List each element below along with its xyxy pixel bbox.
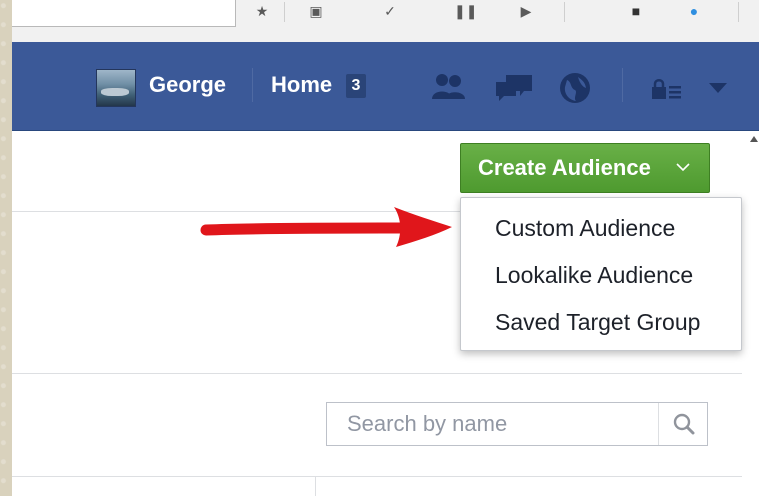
- notifications-globe-icon[interactable]: [558, 72, 592, 104]
- checkmark-icon[interactable]: ✓: [382, 4, 398, 18]
- toolbar-separator: [564, 2, 565, 22]
- account-menu-chevron-icon[interactable]: [708, 82, 728, 94]
- header-separator: [252, 68, 253, 102]
- facebook-top-bar: George Home 3: [12, 42, 759, 131]
- create-audience-dropdown-menu: Custom Audience Lookalike Audience Saved…: [460, 197, 742, 351]
- browser-address-bar[interactable]: [12, 0, 236, 27]
- menu-item-lookalike-audience[interactable]: Lookalike Audience: [495, 260, 693, 290]
- search-separator: [658, 403, 659, 445]
- friend-requests-icon[interactable]: [430, 72, 468, 100]
- audiences-content: Create Audience Custom Audience Lookalik…: [12, 131, 759, 496]
- messages-icon[interactable]: [494, 72, 534, 102]
- column-divider: [315, 476, 316, 496]
- home-link[interactable]: Home: [271, 70, 332, 100]
- search-input[interactable]: [327, 403, 657, 445]
- menu-item-custom-audience[interactable]: Custom Audience: [495, 213, 675, 243]
- toolbar-separator: [738, 2, 739, 22]
- reading-list-icon[interactable]: ▣: [308, 4, 324, 18]
- pause-icon[interactable]: ❚❚: [454, 4, 477, 18]
- chevron-down-icon: [676, 163, 690, 172]
- search-field: [326, 402, 708, 446]
- search-icon[interactable]: [673, 413, 695, 435]
- profile-name-link[interactable]: George: [149, 70, 226, 100]
- screenshot-frame: ★ ▣ ✓ ❚❚ ▶ ■ ● George Home 3 Create Audi…: [12, 0, 759, 496]
- play-icon[interactable]: ▶: [518, 4, 534, 18]
- avatar[interactable]: [96, 69, 136, 107]
- section-divider: [12, 373, 742, 374]
- toolbar-separator: [284, 2, 285, 22]
- privacy-lock-icon[interactable]: [652, 78, 682, 100]
- home-count-badge: 3: [346, 74, 366, 98]
- bookmark-star-icon[interactable]: ★: [254, 4, 270, 18]
- create-audience-label: Create Audience: [478, 155, 651, 180]
- browser-toolbar: ★ ▣ ✓ ❚❚ ▶ ■ ●: [12, 0, 759, 43]
- create-audience-button[interactable]: Create Audience: [460, 143, 710, 193]
- header-separator: [622, 68, 623, 102]
- scrollbar-up-arrow-icon[interactable]: [750, 135, 758, 143]
- extension-square-icon[interactable]: ■: [628, 4, 644, 18]
- annotation-arrow: [200, 207, 452, 247]
- section-divider: [12, 476, 742, 477]
- skype-icon[interactable]: ●: [686, 4, 702, 18]
- menu-item-saved-target-group[interactable]: Saved Target Group: [495, 307, 700, 337]
